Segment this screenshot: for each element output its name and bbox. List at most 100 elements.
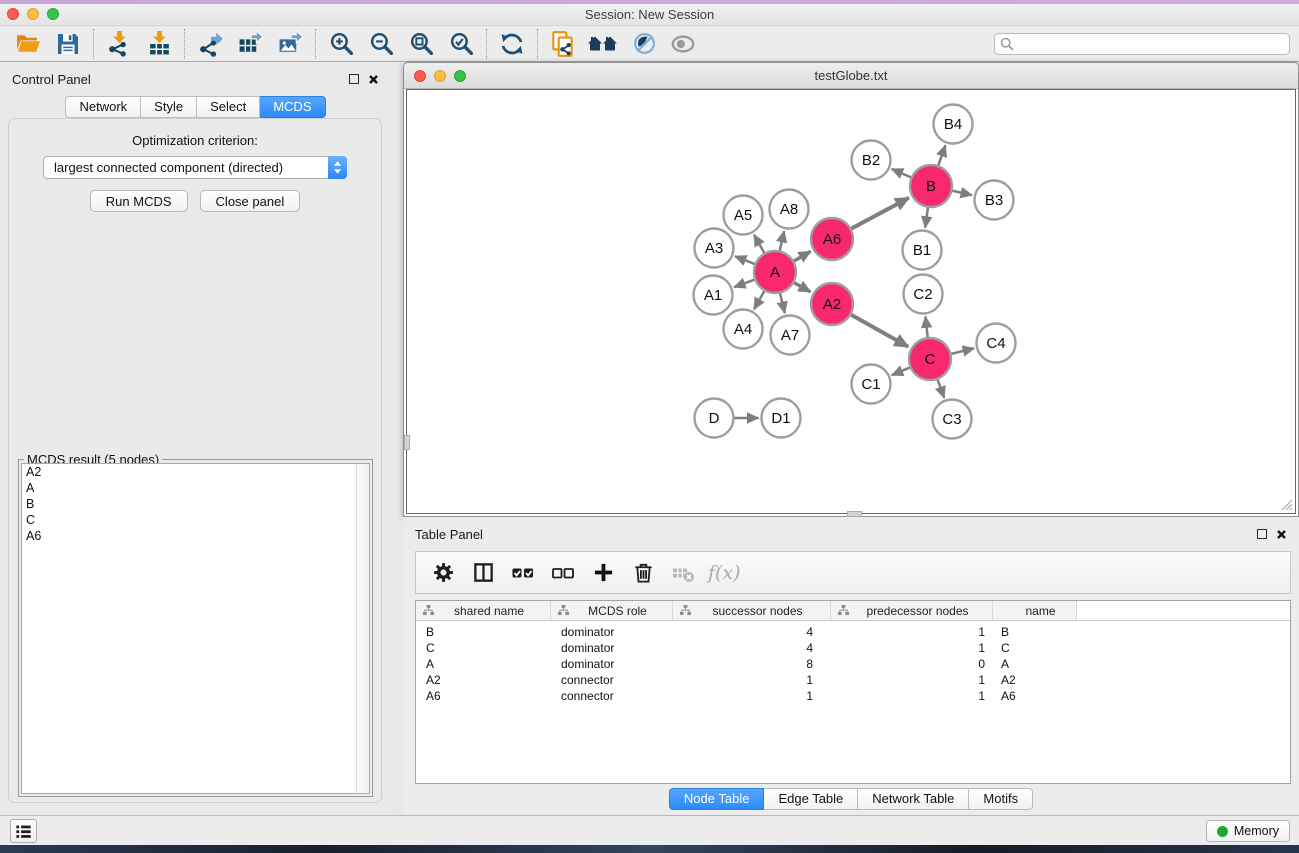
refresh-button[interactable]: [492, 28, 532, 60]
float-panel-button[interactable]: [349, 74, 359, 84]
graph-node-B2[interactable]: B2: [852, 141, 891, 180]
minimize-network-button[interactable]: [434, 70, 446, 82]
zoom-in-button[interactable]: [321, 28, 361, 60]
graph-edge-A-A7[interactable]: [780, 293, 785, 313]
table-tab[interactable]: Network Table: [858, 788, 969, 810]
graph-edge-A-A5[interactable]: [754, 235, 764, 253]
mcds-result-item[interactable]: C: [22, 512, 369, 528]
table-row[interactable]: A2 connector 1 1 A2: [416, 672, 1290, 688]
search-input[interactable]: [994, 33, 1290, 55]
graph-edge-C-C4[interactable]: [951, 348, 974, 354]
graph-node-B[interactable]: B: [910, 165, 952, 207]
graph-node-C1[interactable]: C1: [852, 365, 891, 404]
open-session-button[interactable]: [8, 28, 48, 60]
mcds-result-item[interactable]: A2: [22, 464, 369, 480]
export-table-button[interactable]: [230, 28, 270, 60]
graph-node-A4[interactable]: A4: [724, 310, 763, 349]
zoom-window-button[interactable]: [47, 8, 59, 20]
close-panel-icon-button[interactable]: [368, 74, 379, 85]
graph-edge-B-B1[interactable]: [925, 208, 928, 228]
graph-edge-C-C1[interactable]: [892, 368, 910, 376]
graph-edge-A-A2[interactable]: [794, 283, 810, 292]
graph-edge-A-A3[interactable]: [735, 256, 755, 264]
graph-edge-A-A1[interactable]: [734, 280, 754, 288]
memory-button[interactable]: Memory: [1206, 820, 1290, 842]
graph-edge-C-C3[interactable]: [938, 380, 945, 398]
close-network-button[interactable]: [414, 70, 426, 82]
column-header[interactable]: successor nodes: [673, 601, 831, 620]
control-panel-tab[interactable]: Select: [197, 96, 260, 118]
graph-edge-C-C2[interactable]: [925, 316, 927, 337]
graph-node-C2[interactable]: C2: [904, 275, 943, 314]
graph-edge-A-A6[interactable]: [794, 251, 810, 261]
graph-node-D[interactable]: D: [695, 399, 734, 438]
mcds-result-item[interactable]: A6: [22, 528, 369, 544]
graph-node-A6[interactable]: A6: [811, 218, 853, 260]
control-panel-tab[interactable]: Network: [65, 96, 141, 118]
graph-node-A2[interactable]: A2: [811, 283, 853, 325]
table-row[interactable]: A dominator 8 0 A: [416, 656, 1290, 672]
delete-table-button[interactable]: [666, 556, 700, 590]
graph-edge-A2-C[interactable]: [851, 315, 908, 347]
task-history-button[interactable]: [10, 819, 37, 843]
network-window-titlebar[interactable]: testGlobe.txt: [404, 63, 1298, 89]
table-settings-button[interactable]: [426, 556, 460, 590]
graph-edge-A-A8[interactable]: [780, 231, 784, 251]
network-canvas[interactable]: B4 B2 B B3 B1 A5A8 A3 A6 A A1 A2 C2 A4A7 C C4 C1 C3 D D1: [406, 89, 1296, 514]
column-header[interactable]: MCDS role: [551, 601, 673, 620]
close-panel-button[interactable]: Close panel: [200, 190, 301, 212]
column-header[interactable]: predecessor nodes: [831, 601, 993, 620]
column-header[interactable]: shared name: [416, 601, 551, 620]
run-mcds-button[interactable]: Run MCDS: [90, 190, 188, 212]
close-table-panel-button[interactable]: [1276, 529, 1287, 540]
graph-node-B4[interactable]: B4: [934, 105, 973, 144]
graph-node-A3[interactable]: A3: [695, 229, 734, 268]
show-eye-button[interactable]: [663, 28, 703, 60]
graph-node-A7[interactable]: A7: [771, 316, 810, 355]
table-tab[interactable]: Motifs: [969, 788, 1033, 810]
resize-corner-icon[interactable]: [1281, 499, 1293, 511]
mcds-result-item[interactable]: B: [22, 496, 369, 512]
add-column-button[interactable]: [586, 556, 620, 590]
column-header[interactable]: name: [993, 601, 1077, 620]
graph-node-D1[interactable]: D1: [762, 399, 801, 438]
graph-edge-B-B3[interactable]: [952, 191, 972, 195]
criterion-dropdown[interactable]: largest connected component (directed): [43, 156, 347, 179]
zoom-fit-button[interactable]: [401, 28, 441, 60]
table-row[interactable]: C dominator 4 1 C: [416, 640, 1290, 656]
graph-edge-A-A4[interactable]: [754, 291, 764, 309]
import-network-button[interactable]: [99, 28, 139, 60]
mcds-result-item[interactable]: A: [22, 480, 369, 496]
minimize-window-button[interactable]: [27, 8, 39, 20]
splitter-handle-left[interactable]: [404, 435, 410, 450]
table-row[interactable]: B dominator 4 1 B: [416, 624, 1290, 640]
zoom-out-button[interactable]: [361, 28, 401, 60]
copy-network-button[interactable]: [543, 28, 583, 60]
function-builder-button[interactable]: f(x): [706, 562, 741, 584]
hide-annotations-button[interactable]: [623, 28, 663, 60]
graph-edge-B-B4[interactable]: [938, 145, 945, 165]
graph-node-A5[interactable]: A5: [724, 196, 763, 235]
table-tab[interactable]: Edge Table: [764, 788, 858, 810]
export-image-button[interactable]: [270, 28, 310, 60]
control-panel-tab[interactable]: MCDS: [260, 96, 325, 118]
home-button[interactable]: [583, 28, 623, 60]
graph-edge-B-B2[interactable]: [892, 169, 911, 177]
graph-node-B3[interactable]: B3: [975, 181, 1014, 220]
graph-node-C4[interactable]: C4: [977, 324, 1016, 363]
select-all-columns-button[interactable]: [506, 556, 540, 590]
graph-node-C[interactable]: C: [909, 338, 951, 380]
deselect-all-columns-button[interactable]: [546, 556, 580, 590]
graph-node-A[interactable]: A: [754, 251, 796, 293]
zoom-selected-button[interactable]: [441, 28, 481, 60]
graph-edge-A6-B[interactable]: [851, 198, 908, 229]
table-tab[interactable]: Node Table: [669, 788, 765, 810]
graph-node-B1[interactable]: B1: [903, 231, 942, 270]
save-session-button[interactable]: [48, 28, 88, 60]
graph-node-A8[interactable]: A8: [770, 190, 809, 229]
split-pane-button[interactable]: [466, 556, 500, 590]
float-table-panel-button[interactable]: [1257, 529, 1267, 539]
graph-node-A1[interactable]: A1: [694, 276, 733, 315]
graph-node-C3[interactable]: C3: [933, 400, 972, 439]
control-panel-tab[interactable]: Style: [141, 96, 197, 118]
